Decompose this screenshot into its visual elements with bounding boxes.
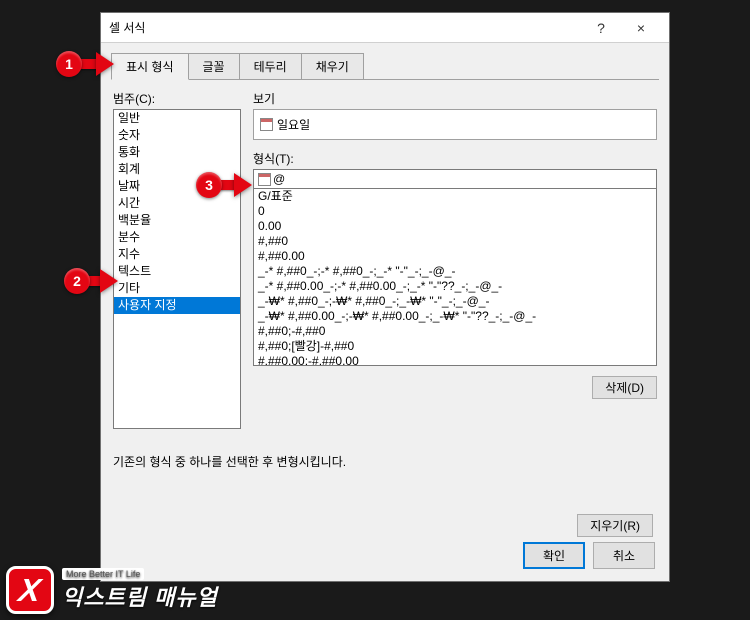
annotation-marker-1: 1 [56,51,82,77]
type-input[interactable]: @ [253,169,657,189]
category-item[interactable]: 지수 [114,246,240,263]
category-listbox[interactable]: 일반숫자통화회계날짜시간백분율분수지수텍스트기타사용자 지정 [113,109,241,429]
dialog-title: 셀 서식 [109,19,581,36]
format-item[interactable]: _-₩* #,##0_-;-₩* #,##0_-;_-₩* "-"_-;_-@_… [254,294,656,309]
category-item[interactable]: 기타 [114,280,240,297]
tab-border[interactable]: 테두리 [239,53,302,79]
brand-tagline: More Better IT Life [62,568,144,580]
ok-button[interactable]: 확인 [523,542,585,569]
preview-label: 보기 [253,90,657,107]
close-button[interactable]: × [621,14,661,42]
brand-text: More Better IT Life 익스트림 매뉴얼 [62,568,218,612]
brand-logo: X More Better IT Life 익스트림 매뉴얼 [6,566,218,614]
category-column: 범주(C): 일반숫자통화회계날짜시간백분율분수지수텍스트기타사용자 지정 [113,90,241,429]
tab-number-format[interactable]: 표시 형식 [111,53,189,80]
preview-box: 일요일 [253,109,657,140]
format-item[interactable]: #,##0;[빨강]-#,##0 [254,339,656,354]
type-label: 형식(T): [253,150,657,167]
format-item[interactable]: 0.00 [254,219,656,234]
calendar-icon [260,118,273,131]
cancel-button[interactable]: 취소 [593,542,655,569]
clear-button[interactable]: 지우기(R) [577,514,653,537]
category-item[interactable]: 숫자 [114,127,240,144]
dialog-content: 범주(C): 일반숫자통화회계날짜시간백분율분수지수텍스트기타사용자 지정 보기… [101,80,669,439]
format-item[interactable]: 0 [254,204,656,219]
clear-button-row: 지우기(R) [577,514,653,537]
brand-logo-icon: X [6,566,54,614]
category-label: 범주(C): [113,90,241,107]
titlebar: 셀 서식 ? × [101,13,669,43]
format-listbox[interactable]: G/표준00.00#,##0#,##0.00_-* #,##0_-;-* #,#… [253,188,657,366]
delete-button-row: 삭제(D) [253,376,657,399]
category-item[interactable]: 일반 [114,110,240,127]
category-item[interactable]: 통화 [114,144,240,161]
tab-bar: 표시 형식 글꼴 테두리 채우기 [111,53,659,80]
format-item[interactable]: #,##0.00 [254,249,656,264]
annotation-marker-2: 2 [64,268,90,294]
dialog-action-buttons: 확인 취소 [523,542,655,569]
format-item[interactable]: #,##0.00;-#,##0.00 [254,354,656,366]
category-item[interactable]: 사용자 지정 [114,297,240,314]
category-item[interactable]: 텍스트 [114,263,240,280]
delete-button[interactable]: 삭제(D) [592,376,657,399]
format-item[interactable]: #,##0 [254,234,656,249]
calendar-icon [258,173,271,186]
format-item[interactable]: _-₩* #,##0.00_-;-₩* #,##0.00_-;_-₩* "-"?… [254,309,656,324]
preview-value: 일요일 [277,116,310,133]
category-item[interactable]: 시간 [114,195,240,212]
settings-column: 보기 일요일 형식(T): @ G/표준00.00#,##0#,##0.00_-… [253,90,657,429]
category-item[interactable]: 분수 [114,229,240,246]
type-value: @ [273,172,285,186]
tab-fill[interactable]: 채우기 [301,53,364,79]
brand-logo-glyph: X [17,572,44,609]
format-item[interactable]: G/표준 [254,189,656,204]
format-item[interactable]: _-* #,##0.00_-;-* #,##0.00_-;_-* "-"??_-… [254,279,656,294]
cell-format-dialog: 셀 서식 ? × 표시 형식 글꼴 테두리 채우기 범주(C): 일반숫자통화회… [100,12,670,582]
format-item[interactable]: #,##0;-#,##0 [254,324,656,339]
help-button[interactable]: ? [581,14,621,42]
category-item[interactable]: 백분율 [114,212,240,229]
format-item[interactable]: _-* #,##0_-;-* #,##0_-;_-* "-"_-;_-@_- [254,264,656,279]
brand-name: 익스트림 매뉴얼 [62,580,218,612]
category-item[interactable]: 회계 [114,161,240,178]
tab-font[interactable]: 글꼴 [188,53,240,79]
annotation-marker-3: 3 [196,172,222,198]
help-text: 기존의 형식 중 하나를 선택한 후 변형시킵니다. [113,453,657,470]
